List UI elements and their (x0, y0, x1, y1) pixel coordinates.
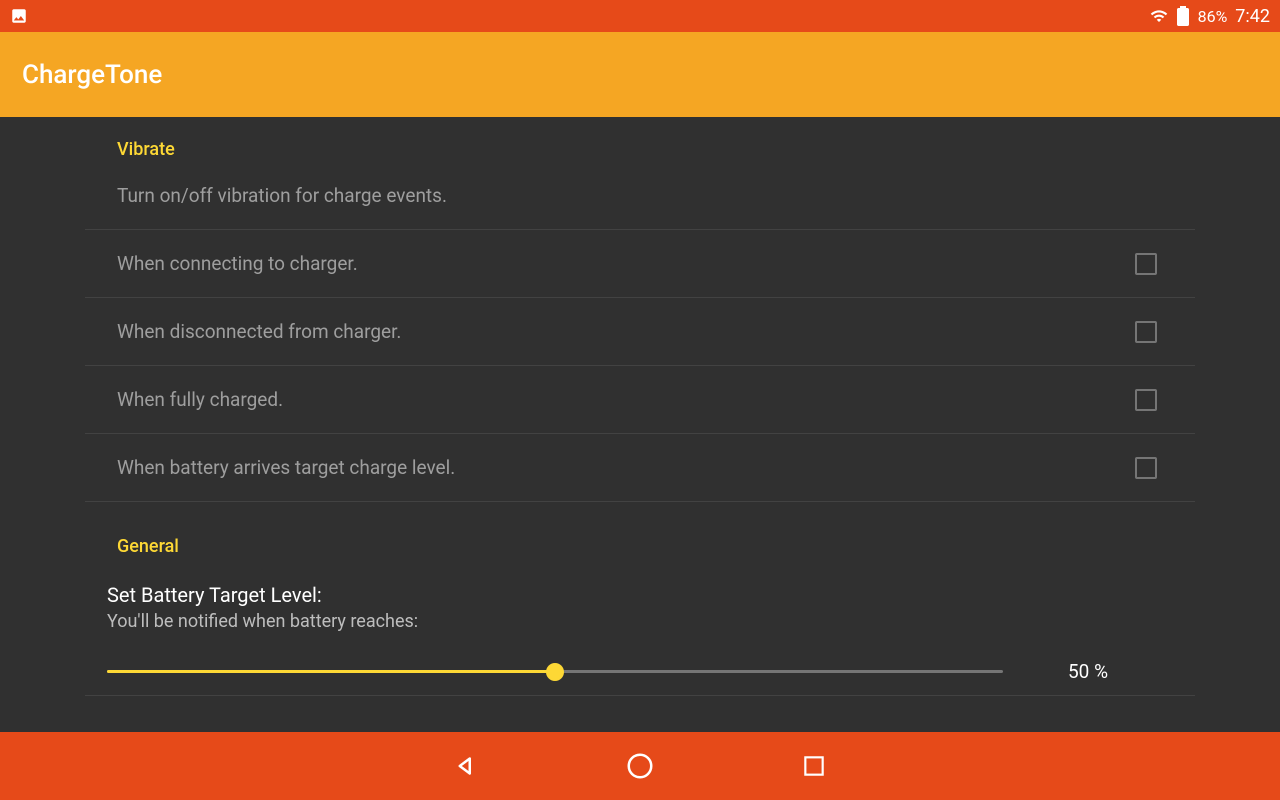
slider-value: 50 % (1003, 660, 1173, 683)
setting-full[interactable]: When fully charged. (85, 366, 1195, 434)
app-title: ChargeTone (22, 60, 162, 90)
recents-button[interactable] (797, 749, 831, 783)
home-button[interactable] (623, 749, 657, 783)
target-title: Set Battery Target Level: (85, 583, 1195, 611)
checkbox-full[interactable] (1135, 389, 1157, 411)
app-bar: ChargeTone (0, 32, 1280, 117)
battery-percent: 86% (1198, 7, 1228, 26)
setting-disconnected[interactable]: When disconnected from charger. (85, 298, 1195, 366)
status-time: 7:42 (1235, 6, 1270, 27)
wifi-icon (1150, 7, 1168, 25)
setting-label: When connecting to charger. (117, 252, 358, 275)
target-section: Set Battery Target Level: You'll be noti… (85, 563, 1195, 696)
target-slider[interactable] (107, 662, 1003, 682)
checkbox-disconnected[interactable] (1135, 321, 1157, 343)
setting-target[interactable]: When battery arrives target charge level… (85, 434, 1195, 502)
setting-connecting[interactable]: When connecting to charger. (85, 230, 1195, 298)
nav-bar (0, 732, 1280, 800)
section-title-general: General (85, 502, 1195, 563)
battery-icon (1174, 7, 1192, 25)
slider-thumb[interactable] (546, 663, 564, 681)
section-desc-vibrate: Turn on/off vibration for charge events. (85, 166, 1195, 230)
checkbox-connecting[interactable] (1135, 253, 1157, 275)
checkbox-target[interactable] (1135, 457, 1157, 479)
target-desc: You'll be notified when battery reaches: (85, 611, 1195, 660)
section-title-vibrate: Vibrate (85, 117, 1195, 166)
setting-label: When disconnected from charger. (117, 320, 401, 343)
slider-fill (107, 670, 555, 673)
status-bar: 86% 7:42 (0, 0, 1280, 32)
setting-label: When fully charged. (117, 388, 283, 411)
setting-label: When battery arrives target charge level… (117, 456, 455, 479)
back-button[interactable] (449, 749, 483, 783)
settings-content: Vibrate Turn on/off vibration for charge… (0, 117, 1280, 732)
image-icon (10, 7, 28, 25)
